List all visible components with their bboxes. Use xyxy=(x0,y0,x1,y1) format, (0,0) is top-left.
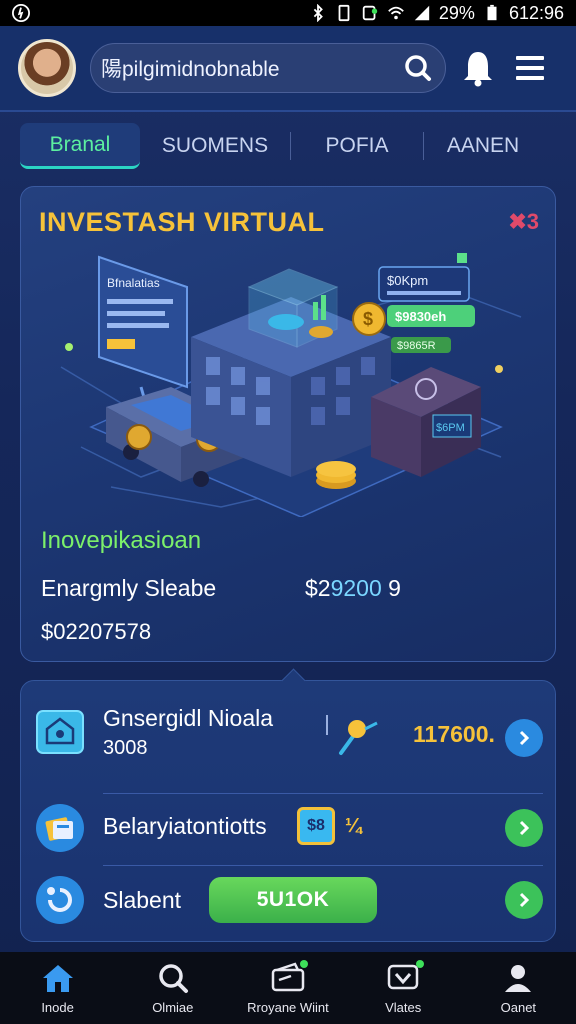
search-value[interactable]: 陽pilgimidnobnable xyxy=(101,53,403,83)
notification-icon xyxy=(12,4,30,22)
status-bar: 29% 612:96 xyxy=(0,0,576,26)
hero-row-amount: $29200 9 xyxy=(305,575,401,601)
menu-icon[interactable] xyxy=(514,53,546,83)
divider xyxy=(103,793,543,794)
isometric-illustration: Bfnalatias $ $0Kpm $9830eh $9865R $6PM xyxy=(60,253,522,517)
bottom-nav: Inode Olmiae Rroyane Wiint Vlates Oanet xyxy=(0,952,576,1024)
list-item-3-title: Slabent xyxy=(103,887,182,913)
tag-label-1: $0Kpm xyxy=(387,273,428,288)
search-icon xyxy=(159,964,188,993)
nav-item-chat[interactable]: Vlates xyxy=(346,952,461,1024)
hero-subtitle: Inovepikasioan xyxy=(41,527,202,554)
wallet-icon xyxy=(271,962,305,992)
list-item-2-mark: ¼ xyxy=(345,815,362,837)
go-button-2[interactable] xyxy=(505,809,543,847)
tag-label-2: $9830eh xyxy=(395,309,446,324)
device-label: $6PM xyxy=(436,422,465,434)
app-header: 陽pilgimidnobnable xyxy=(0,26,576,112)
bluetooth-icon xyxy=(313,4,323,22)
hero-total: $02207578 xyxy=(41,619,152,644)
hero-summary-row: Enargmly Sleabe $29200 9 xyxy=(41,575,541,602)
signal-icon xyxy=(414,5,430,21)
nav-label-search: Olmiae xyxy=(152,1000,194,1015)
list-item-3[interactable]: Slabent 5U1OK xyxy=(21,871,557,931)
go-button-1[interactable] xyxy=(505,719,543,757)
tab-suomens[interactable]: SUOMENS xyxy=(140,123,290,169)
nav-label-wallet: Rroyane Wiint xyxy=(247,1000,329,1015)
nav-item-search[interactable]: Olmiae xyxy=(115,952,230,1024)
wallet-cards-icon xyxy=(36,804,84,852)
tag-label-3: $9865R xyxy=(397,340,436,352)
building-illustration xyxy=(191,268,391,477)
refresh-icon xyxy=(36,876,84,924)
home-icon xyxy=(42,965,73,992)
profile-icon xyxy=(505,965,532,992)
list-item-1-title: Gnsergidl Nioala xyxy=(103,705,274,731)
hero-title: INVESTASH VIRTUAL xyxy=(39,207,325,237)
svg-text:$: $ xyxy=(363,309,373,329)
price-tag-stack: $0Kpm $9830eh $9865R xyxy=(378,253,475,353)
chevron-right-icon xyxy=(519,820,530,836)
sync-icon xyxy=(362,5,378,21)
list-item-1-sub: 3008 xyxy=(103,737,148,759)
wifi-icon xyxy=(388,6,404,20)
battery-icon xyxy=(487,4,497,21)
bell-icon[interactable] xyxy=(460,48,496,88)
close-icon[interactable]: ✖3 xyxy=(508,209,539,235)
list-item-1[interactable]: Gnsergidl Nioala 3008 117600. xyxy=(21,697,557,767)
search-input[interactable]: 陽pilgimidnobnable xyxy=(90,43,446,93)
notification-dot xyxy=(415,960,424,968)
nav-label-profile: Oanet xyxy=(500,1000,537,1015)
hero-card[interactable]: INVESTASH VIRTUAL ✖3 Bfnalatias $ $0Kpm … xyxy=(20,186,556,662)
notification-dot xyxy=(300,960,309,968)
hero-row-label: Enargmly Sleabe xyxy=(41,575,217,601)
vibrate-icon xyxy=(338,4,350,22)
avatar[interactable] xyxy=(18,39,76,97)
tab-pofia[interactable]: POFIA xyxy=(291,123,423,169)
go-button-3[interactable] xyxy=(505,881,543,919)
screen-label: Bfnalatias xyxy=(107,276,160,290)
tab-bar: Branal SUOMENS POFIA AANEN xyxy=(20,122,556,170)
unlock-button[interactable]: 5U1OK xyxy=(209,877,377,923)
search-icon[interactable] xyxy=(403,53,433,83)
nav-item-profile[interactable]: Oanet xyxy=(461,952,576,1024)
list-item-1-value: 117600. xyxy=(413,721,495,747)
divider xyxy=(103,865,543,866)
nav-item-home[interactable]: Inode xyxy=(0,952,115,1024)
tab-branal[interactable]: Branal xyxy=(20,123,140,169)
chat-icon xyxy=(387,964,419,990)
tab-aanen[interactable]: AANEN xyxy=(424,123,542,169)
nav-label-home: Inode xyxy=(41,1000,74,1015)
list-item-2-badge: $8 xyxy=(297,807,335,845)
clock-time: 612:96 xyxy=(508,2,564,23)
nav-label-chat: Vlates xyxy=(385,1000,422,1015)
house-shield-icon xyxy=(36,710,84,754)
chevron-right-icon xyxy=(519,730,530,746)
chevron-right-icon xyxy=(519,892,530,908)
investment-list: Gnsergidl Nioala 3008 117600. Belaryiato… xyxy=(20,680,556,942)
wand-icon xyxy=(326,715,378,755)
battery-percent: 29% xyxy=(438,2,475,23)
list-item-2[interactable]: Belaryiatontiotts $8 ¼ xyxy=(21,797,557,861)
list-item-2-title: Belaryiatontiotts xyxy=(103,813,267,839)
nav-item-wallet[interactable]: Rroyane Wiint xyxy=(230,952,345,1024)
